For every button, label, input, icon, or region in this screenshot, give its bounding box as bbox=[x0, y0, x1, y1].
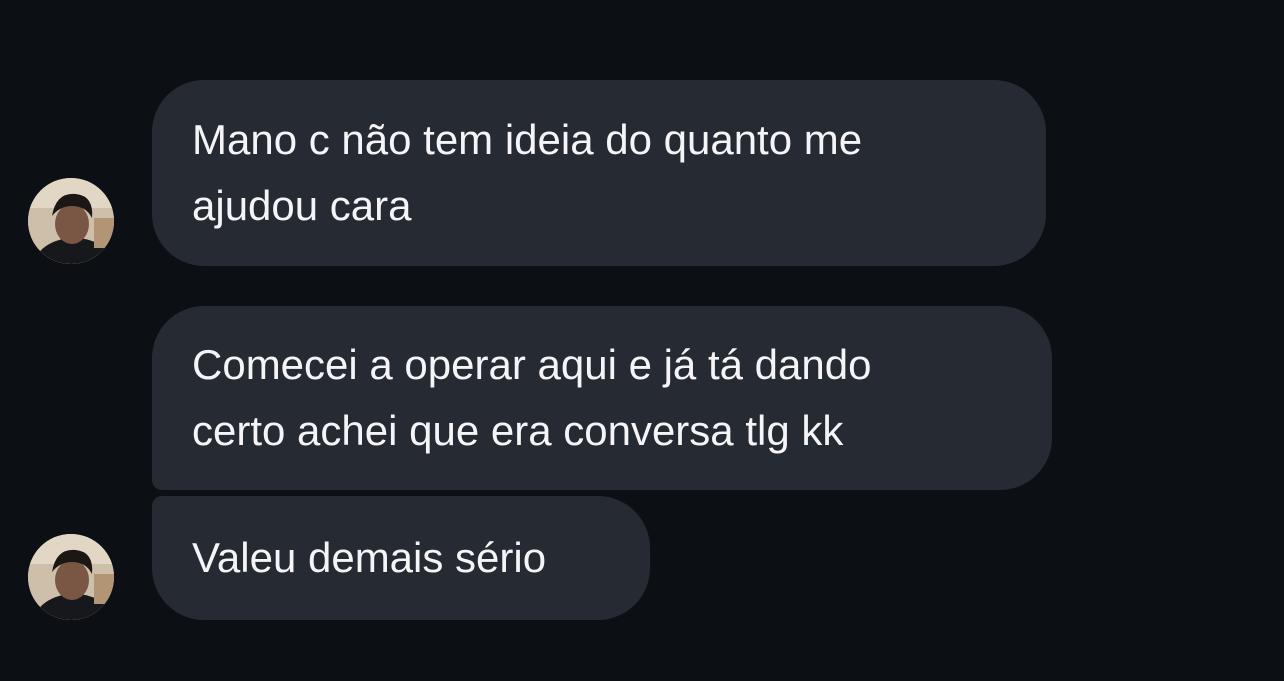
avatar-photo-icon bbox=[28, 534, 114, 620]
avatar[interactable] bbox=[28, 178, 114, 264]
message-bubble[interactable]: Comecei a operar aqui e já tá dando cert… bbox=[152, 306, 1052, 490]
message-text: Mano c não tem ideia do quanto me ajudou… bbox=[192, 116, 863, 229]
avatar-photo-icon bbox=[28, 178, 114, 264]
message-bubble[interactable]: Mano c não tem ideia do quanto me ajudou… bbox=[152, 80, 1046, 266]
avatar[interactable] bbox=[28, 534, 114, 620]
message-text: Comecei a operar aqui e já tá dando cert… bbox=[192, 341, 872, 454]
message-bubble[interactable]: Valeu demais sério bbox=[152, 496, 650, 620]
message-text: Valeu demais sério bbox=[192, 534, 547, 581]
